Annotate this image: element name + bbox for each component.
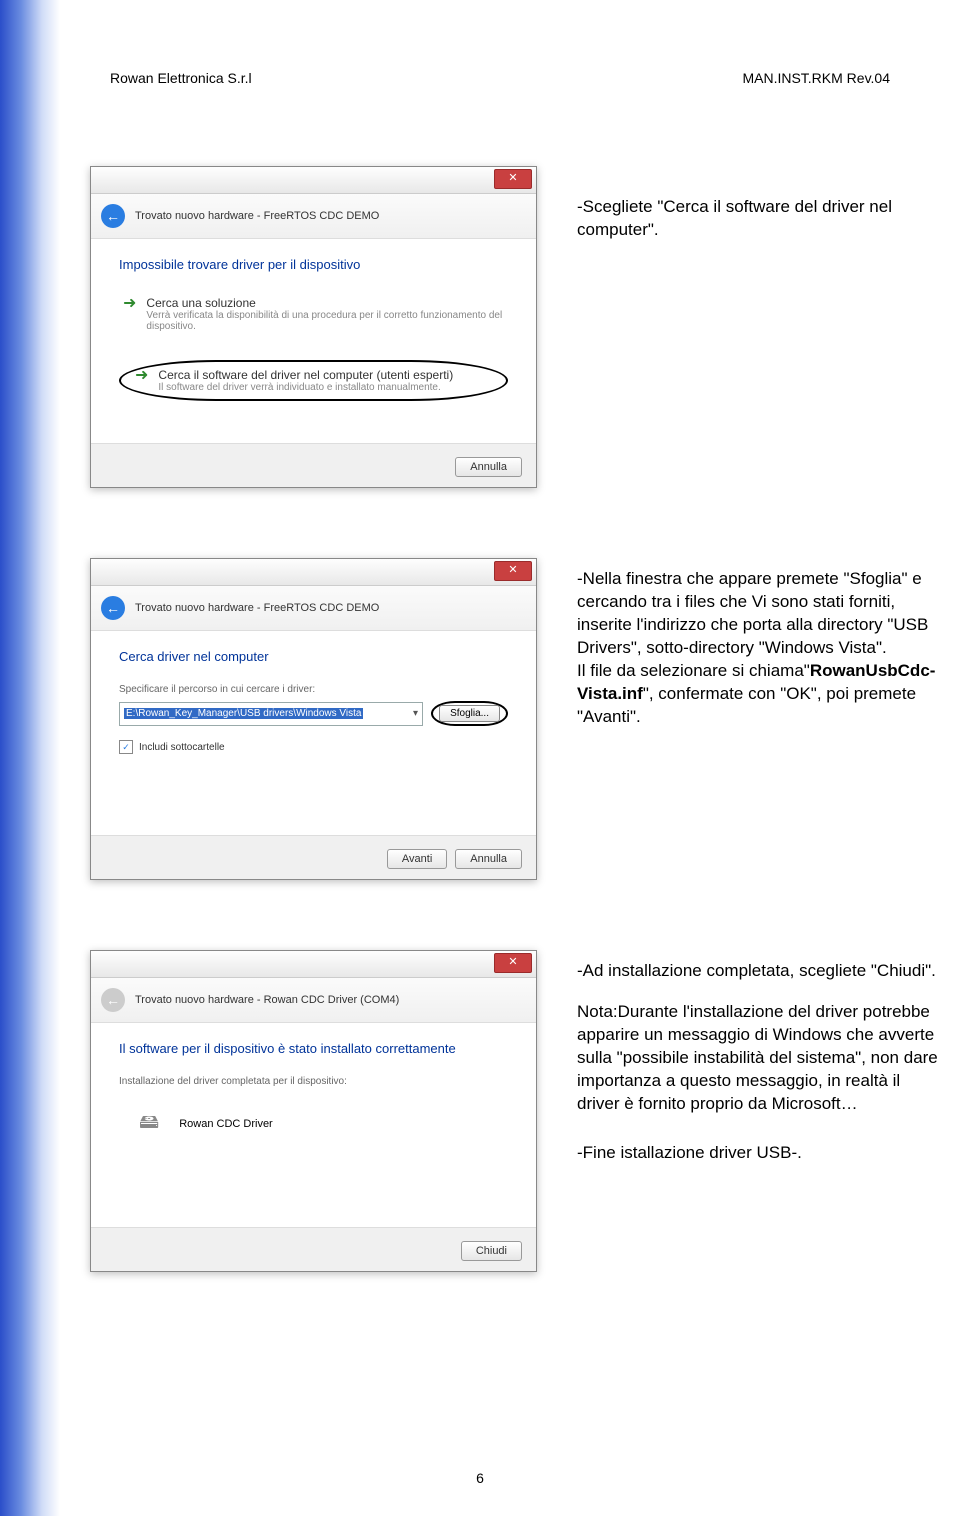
page-number: 6 [476,1470,484,1486]
window-titlebar: ✕ [91,559,536,586]
window-header-text: Trovato nuovo hardware - FreeRTOS CDC DE… [135,602,379,614]
instruction-text-2a: -Nella finestra che appare premete "Sfog… [577,568,940,660]
arrow-icon: ➜ [123,296,136,312]
checkbox-label: Includi sottocartelle [139,742,225,753]
include-subfolders-row[interactable]: ✓ Includi sottocartelle [119,740,508,754]
window-title: Impossibile trovare driver per il dispos… [119,257,508,272]
checkbox-icon[interactable]: ✓ [119,740,133,754]
close-icon[interactable]: ✕ [494,561,532,581]
instruction-text-2b: Il file da selezionare si chiama"RowanUs… [577,660,940,729]
back-icon[interactable]: ← [101,596,125,620]
instruction-text-3a: -Ad installazione completata, scegliete … [577,960,940,983]
window-titlebar: ✕ [91,167,536,194]
path-label: Specificare il percorso in cui cercare i… [119,684,508,695]
chiudi-button[interactable]: Chiudi [461,1241,522,1261]
window-header: ← Trovato nuovo hardware - Rowan CDC Dri… [91,978,536,1023]
screenshot-2: ✕ ← Trovato nuovo hardware - FreeRTOS CD… [90,558,537,880]
option-cerca-software[interactable]: ➜ Cerca il software del driver nel compu… [119,360,508,401]
option1-sub: Verrà verificata la disponibilità di una… [146,310,504,332]
window-titlebar: ✕ [91,951,536,978]
avanti-button[interactable]: Avanti [387,849,447,869]
driver-name: Rowan CDC Driver [179,1118,273,1130]
option2-sub: Il software del driver verrà individuato… [158,382,453,393]
arrow-icon: ➜ [135,368,148,384]
back-icon[interactable]: ← [101,204,125,228]
window-header: ← Trovato nuovo hardware - FreeRTOS CDC … [91,586,536,631]
close-icon[interactable]: ✕ [494,169,532,189]
screenshot-3: ✕ ← Trovato nuovo hardware - Rowan CDC D… [90,950,537,1272]
install-subtext: Installazione del driver completata per … [119,1076,508,1087]
driver-icon: 🖴 [139,1107,159,1141]
cancel-button[interactable]: Annulla [455,849,522,869]
sfoglia-highlight: Sfoglia... [431,701,508,726]
header-docref: MAN.INST.RKM Rev.04 [742,70,890,86]
window-header: ← Trovato nuovo hardware - FreeRTOS CDC … [91,194,536,239]
instruction-text-3b: Nota:Durante l'installazione del driver … [577,1001,940,1116]
path-input[interactable]: E:\Rowan_Key_Manager\USB drivers\Windows… [119,702,423,726]
window-header-text: Trovato nuovo hardware - Rowan CDC Drive… [135,994,399,1006]
window-title: Cerca driver nel computer [119,649,508,664]
window-header-text: Trovato nuovo hardware - FreeRTOS CDC DE… [135,210,379,222]
window-title: Il software per il dispositivo è stato i… [119,1041,508,1056]
header-company: Rowan Elettronica S.r.l [110,70,252,86]
gradient-sidebar [0,0,60,1516]
screenshot-1: ✕ ← Trovato nuovo hardware - FreeRTOS CD… [90,166,537,488]
instruction-text-3c: -Fine istallazione driver USB-. [577,1142,940,1165]
option1-title: Cerca una soluzione [146,296,504,310]
option2-title: Cerca il software del driver nel compute… [158,368,453,382]
sfoglia-button[interactable]: Sfoglia... [439,705,500,722]
back-icon: ← [101,988,125,1012]
close-icon[interactable]: ✕ [494,953,532,973]
option-cerca-soluzione[interactable]: ➜ Cerca una soluzione Verrà verificata l… [119,292,508,336]
cancel-button[interactable]: Annulla [455,457,522,477]
instruction-text-1: -Scegliete "Cerca il software del driver… [577,166,940,242]
